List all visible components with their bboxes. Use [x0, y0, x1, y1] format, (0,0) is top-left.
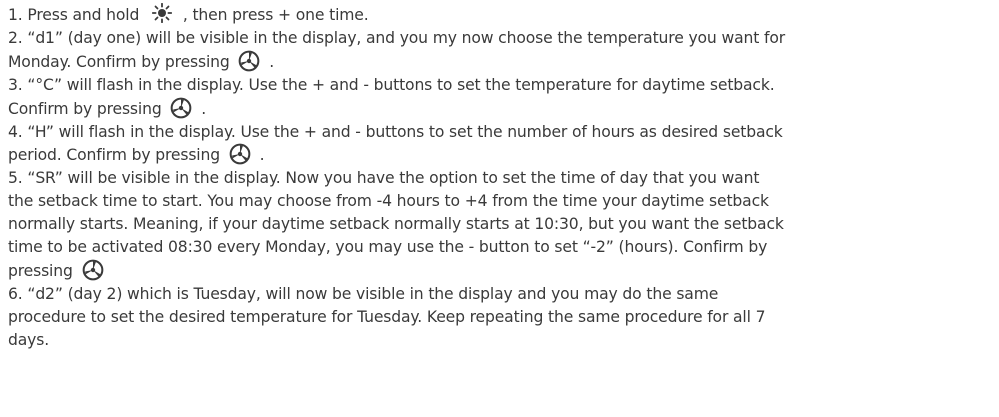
step-5-line-5: pressing — [8, 259, 999, 283]
step-5-line-1: 5. “SR” will be visible in the display. … — [8, 169, 760, 188]
confirm-button-icon — [238, 50, 260, 72]
step-4-line-2: period. Confirm by pressing . — [8, 143, 999, 167]
step-3-text-after: . — [196, 99, 207, 118]
step-6-line-3: days. — [8, 330, 50, 349]
confirm-button-icon — [170, 97, 192, 119]
confirm-button-icon — [82, 259, 104, 281]
step-2-line-1: 2. “d1” (day one) will be visible in the… — [8, 28, 785, 47]
step-2-line-2: Monday. Confirm by pressing . — [8, 50, 999, 74]
step-1: 1. Press and hold , then press + one tim… — [8, 3, 999, 27]
step-3-text-before: Confirm by pressing — [8, 99, 167, 118]
step-5-line-3: normally starts. Meaning, if your daytim… — [8, 215, 784, 234]
step-2-text-after: . — [264, 52, 275, 71]
step-5-text-before: pressing — [8, 261, 78, 280]
step-4-text-after: . — [254, 146, 265, 165]
confirm-button-icon — [229, 143, 251, 165]
step-4-text-before: period. Confirm by pressing — [8, 146, 225, 165]
step-5-line-4: time to be activated 08:30 every Monday,… — [8, 238, 768, 257]
step-2-text-before: Monday. Confirm by pressing — [8, 52, 235, 71]
step-1-text-after: , then press + one time. — [178, 6, 369, 24]
step-6-line-1: 6. “d2” (day 2) which is Tuesday, will n… — [8, 284, 719, 303]
step-4-line-1: 4. “H” will flash in the display. Use th… — [8, 122, 783, 141]
step-5-line-2: the setback time to start. You may choos… — [8, 192, 769, 211]
step-6-line-2: procedure to set the desired temperature… — [8, 307, 766, 326]
instructions-document: 1. Press and hold , then press + one tim… — [0, 0, 999, 352]
step-3-line-1: 3. “°C” will flash in the display. Use t… — [8, 75, 775, 94]
step-3-line-2: Confirm by pressing . — [8, 97, 999, 121]
step-1-text-before: 1. Press and hold — [8, 6, 145, 24]
sun-icon — [152, 3, 173, 23]
